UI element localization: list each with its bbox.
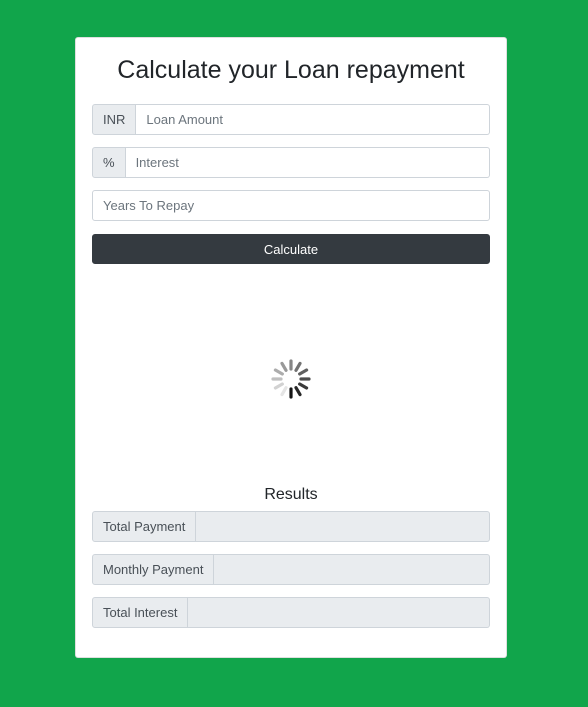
spinner-spoke [280,361,288,372]
calculate-button[interactable]: Calculate [92,234,490,264]
total-payment-group: Total Payment [92,511,490,542]
percent-addon: % [92,147,126,178]
currency-addon: INR [92,104,137,135]
total-interest-label: Total Interest [92,597,189,628]
monthly-payment-output [214,554,490,585]
spinner-spoke [280,386,288,397]
loan-amount-group: INR [92,104,490,135]
spinner-spoke [273,382,284,390]
spinner-spoke [294,361,302,372]
interest-input[interactable] [125,147,490,178]
total-payment-output [196,511,490,542]
monthly-payment-group: Monthly Payment [92,554,490,585]
monthly-payment-label: Monthly Payment [92,554,215,585]
results-heading: Results [264,486,318,503]
interest-group: % [92,147,490,178]
loading-spinner-icon [271,359,311,399]
total-interest-output [188,597,490,628]
spinner-spoke [294,386,302,397]
page-title: Calculate your Loan repayment [117,56,465,84]
years-group [92,190,490,221]
loan-calculator-card: Calculate your Loan repayment INR % Calc… [75,37,507,658]
spinner-spoke [298,368,309,376]
years-to-repay-input[interactable] [92,190,490,221]
total-payment-label: Total Payment [92,511,197,542]
loan-amount-input[interactable] [136,104,490,135]
total-interest-group: Total Interest [92,597,490,628]
spinner-spoke [273,368,284,376]
spinner-spoke [298,382,309,390]
